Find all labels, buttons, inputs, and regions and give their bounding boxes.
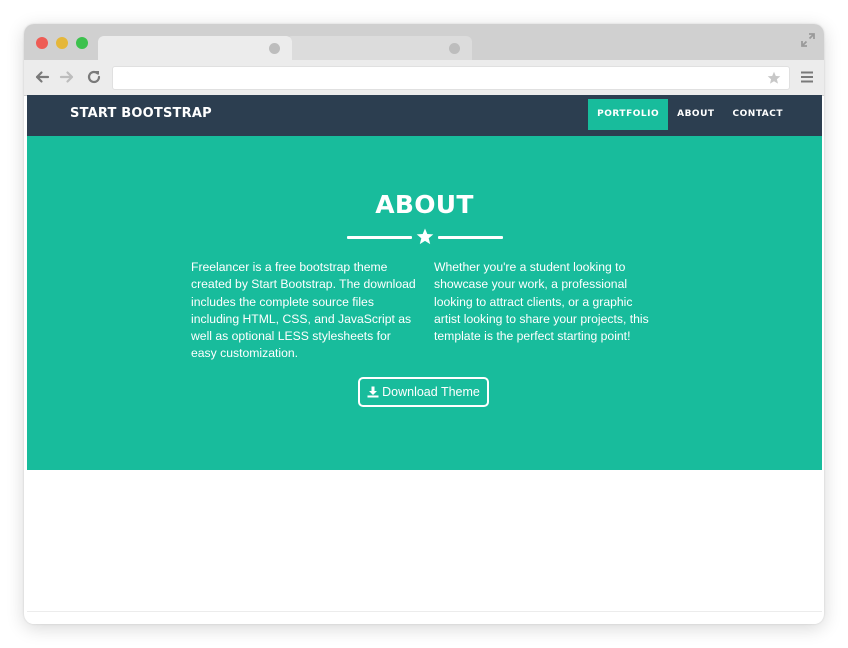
minimize-window-button[interactable] (56, 37, 68, 49)
star-icon (416, 228, 434, 245)
reload-icon[interactable] (84, 67, 104, 87)
download-icon (367, 386, 379, 398)
browser-tab-inactive[interactable] (286, 36, 472, 60)
site-navbar: START BOOTSTRAP PORTFOLIO ABOUT CONTACT (27, 95, 822, 136)
site-brand[interactable]: START BOOTSTRAP (70, 106, 212, 121)
nav-item-contact[interactable]: CONTACT (724, 99, 792, 130)
address-input[interactable] (121, 69, 765, 89)
divider-line-right (438, 236, 503, 239)
browser-tab-active[interactable] (98, 36, 292, 60)
nav-item-portfolio[interactable]: PORTFOLIO (588, 99, 669, 130)
nav-links: PORTFOLIO ABOUT CONTACT (588, 99, 792, 130)
page-divider (27, 611, 822, 612)
hamburger-menu-icon[interactable] (800, 70, 814, 84)
divider-line-left (347, 236, 412, 239)
download-theme-button[interactable]: Download Theme (358, 377, 489, 407)
star-divider (347, 228, 503, 248)
about-text-left: Freelancer is a free bootstrap theme cre… (191, 260, 416, 361)
about-text-right: Whether you're a student looking to show… (434, 260, 649, 344)
forward-arrow-icon[interactable] (57, 67, 77, 87)
about-heading: ABOUT (375, 190, 474, 219)
browser-window: START BOOTSTRAP PORTFOLIO ABOUT CONTACT … (24, 24, 824, 624)
download-button-label: Download Theme (382, 385, 480, 399)
page-viewport: START BOOTSTRAP PORTFOLIO ABOUT CONTACT … (27, 95, 822, 624)
address-bar[interactable] (112, 66, 790, 90)
close-window-button[interactable] (36, 37, 48, 49)
nav-item-about[interactable]: ABOUT (668, 99, 723, 130)
browser-titlebar (24, 24, 824, 60)
tab-close-icon[interactable] (269, 43, 280, 54)
star-icon[interactable] (767, 71, 781, 85)
tab-close-icon[interactable] (449, 43, 460, 54)
zoom-window-button[interactable] (76, 37, 88, 49)
about-section: ABOUT Freelancer is a free bootstrap the… (27, 136, 822, 470)
back-arrow-icon[interactable] (32, 67, 52, 87)
fullscreen-icon[interactable] (800, 32, 816, 48)
browser-toolbar (24, 60, 824, 96)
